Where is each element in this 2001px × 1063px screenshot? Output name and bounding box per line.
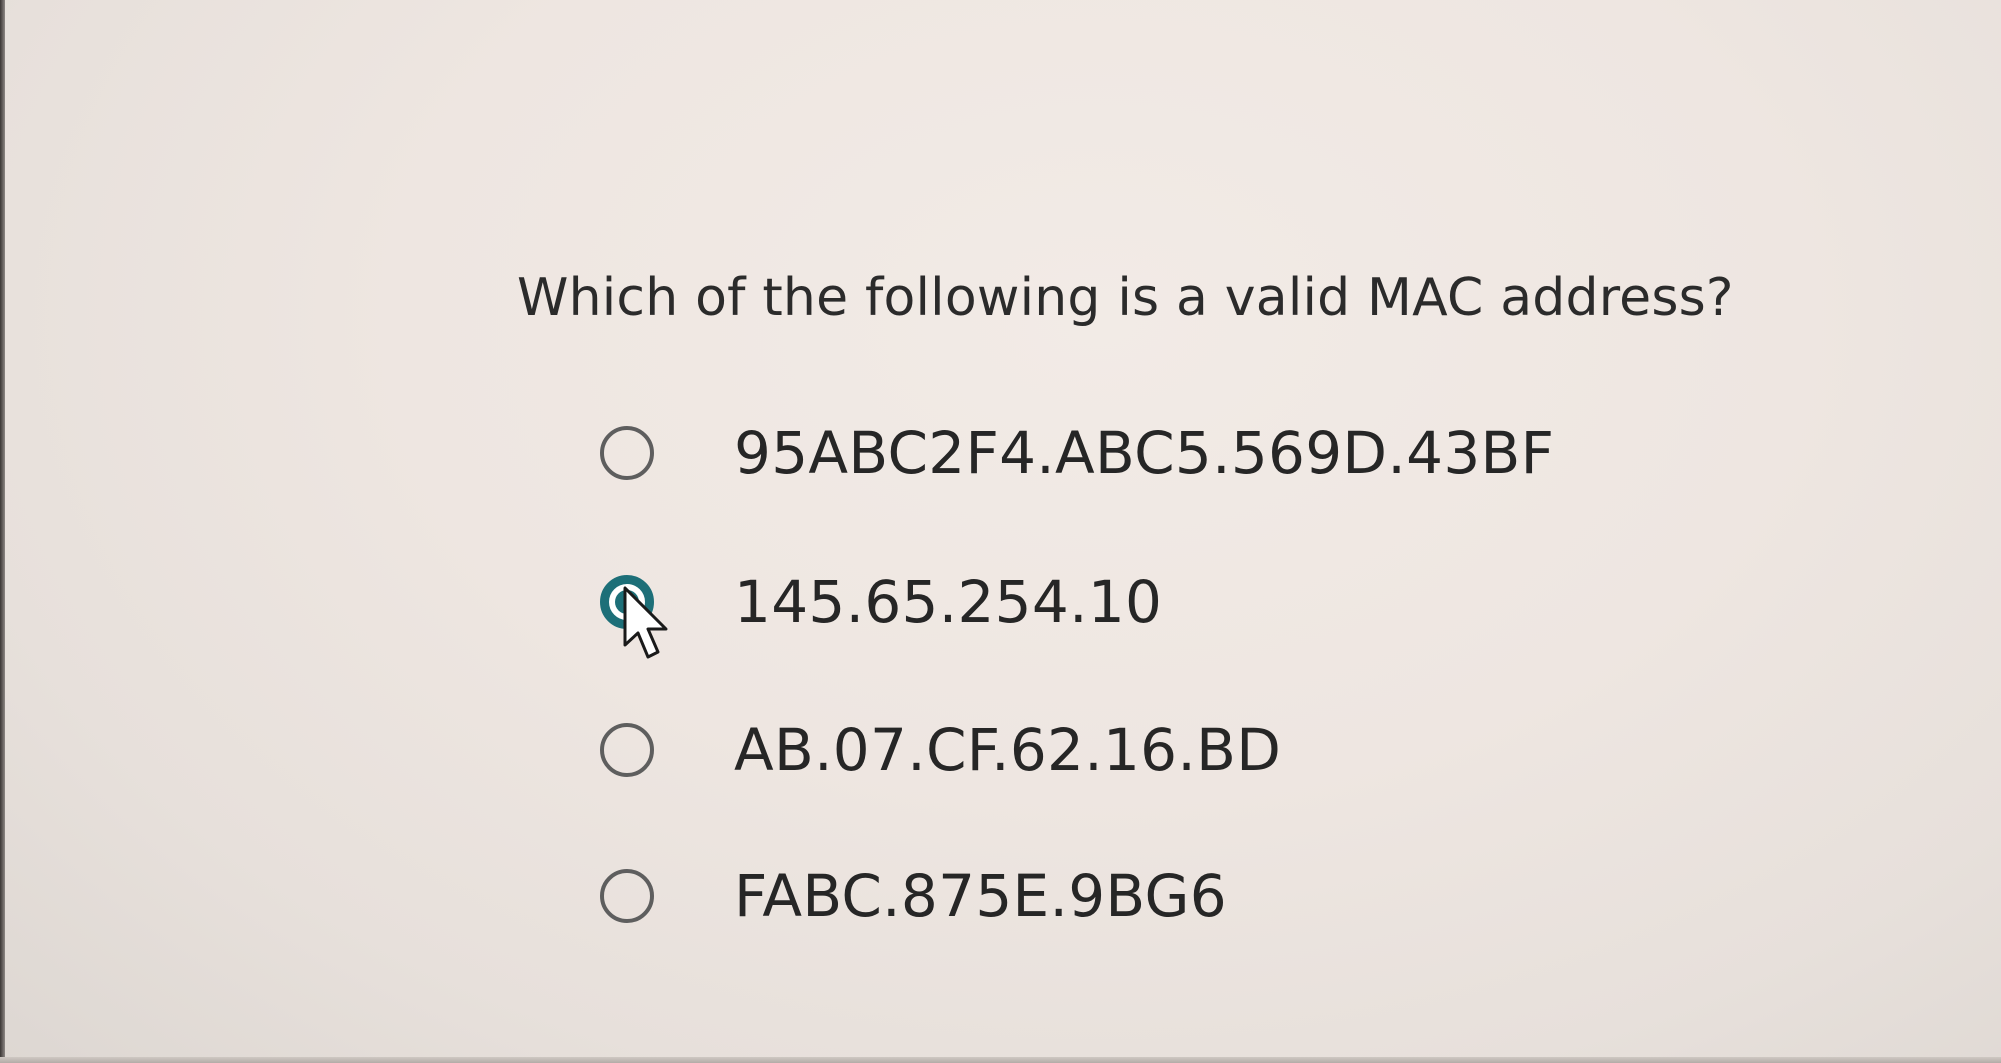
answer-option-1-label: 95ABC2F4.ABC5.569D.43BF bbox=[734, 419, 1555, 487]
answer-option-3[interactable]: AB.07.CF.62.16.BD bbox=[600, 710, 1600, 790]
answer-option-4-label: FABC.875E.9BG6 bbox=[734, 862, 1227, 930]
radio-button-3[interactable] bbox=[600, 723, 654, 777]
answer-option-4[interactable]: FABC.875E.9BG6 bbox=[600, 856, 1600, 936]
radio-button-2[interactable] bbox=[600, 575, 654, 629]
answer-option-3-label: AB.07.CF.62.16.BD bbox=[734, 716, 1282, 784]
radio-button-1[interactable] bbox=[600, 426, 654, 480]
answer-option-2-label: 145.65.254.10 bbox=[734, 568, 1163, 636]
screen-bottom-edge bbox=[0, 1057, 2001, 1063]
quiz-question-panel: Which of the following is a valid MAC ad… bbox=[0, 0, 2001, 1063]
radio-button-4[interactable] bbox=[600, 869, 654, 923]
question-text: Which of the following is a valid MAC ad… bbox=[517, 268, 1734, 328]
answer-option-2[interactable]: 145.65.254.10 bbox=[600, 562, 1600, 642]
answer-option-1[interactable]: 95ABC2F4.ABC5.569D.43BF bbox=[600, 413, 1600, 493]
